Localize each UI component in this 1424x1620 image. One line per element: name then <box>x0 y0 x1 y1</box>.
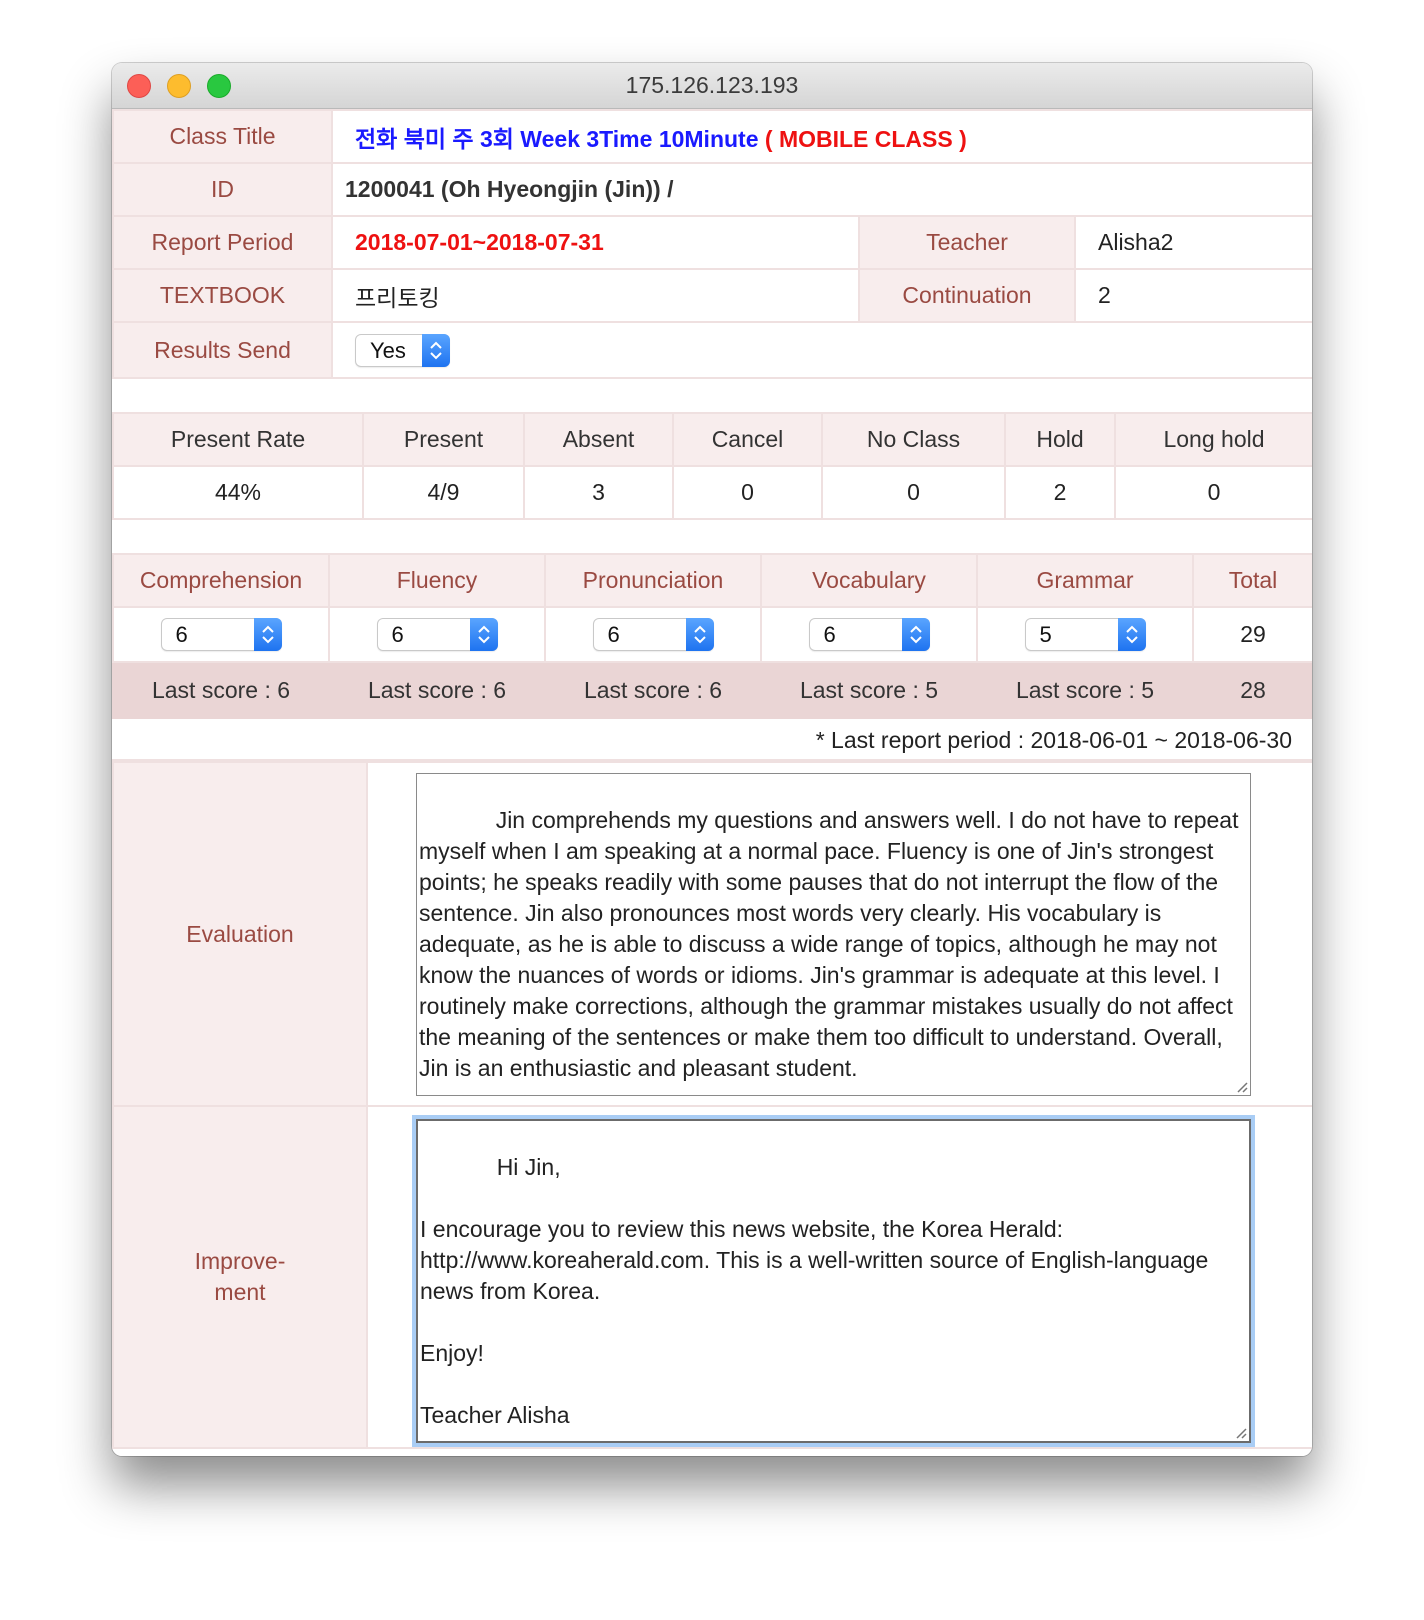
comprehension-header: Comprehension <box>112 553 330 608</box>
vocabulary-select[interactable]: 6 <box>808 618 930 651</box>
resize-grip-icon[interactable] <box>1234 1426 1247 1439</box>
pronunciation-select[interactable]: 6 <box>592 618 714 651</box>
evaluation-cell: Jin comprehends my questions and answers… <box>366 761 1312 1107</box>
comprehension-last-score: Last score : 6 <box>112 661 330 719</box>
absent-header: Absent <box>523 412 674 467</box>
browser-window: 175.126.123.193 Class Title 전화 북미 주 3회 W… <box>112 63 1312 1456</box>
improvement-label-line2: ment <box>214 1279 266 1305</box>
present-header: Present <box>362 412 525 467</box>
vocabulary-last-score: Last score : 5 <box>760 661 978 719</box>
improvement-text: Hi Jin, I encourage you to review this n… <box>420 1154 1209 1428</box>
cancel-header: Cancel <box>672 412 823 467</box>
comprehension-cell: 6 <box>112 606 330 663</box>
no-class-header: No Class <box>821 412 1006 467</box>
hold-value: 2 <box>1004 465 1116 520</box>
report-period-value: 2018-07-01~2018-07-31 <box>331 215 860 270</box>
scores-table: Comprehension Fluency Pronunciation Voca… <box>112 553 1312 719</box>
class-type-text: ( MOBILE CLASS ) <box>764 125 967 152</box>
total-header: Total <box>1192 553 1312 608</box>
results-send-select[interactable]: Yes <box>355 333 450 367</box>
teacher-label: Teacher <box>858 215 1076 270</box>
class-title-value: 전화 북미 주 3회 Week 3Time 10Minute ( MOBILE … <box>330 109 1312 164</box>
fluency-select[interactable]: 6 <box>376 618 498 651</box>
up-down-chevron-icon <box>1117 618 1146 651</box>
id-value: 1200041 (Oh Hyeongjin (Jin)) / <box>330 162 1312 217</box>
notes-table: Evaluation Jin comprehends my questions … <box>112 761 1312 1449</box>
up-down-chevron-icon <box>253 618 282 651</box>
pronunciation-last-score: Last score : 6 <box>544 661 762 719</box>
improvement-label-line1: Improve- <box>194 1248 286 1274</box>
up-down-chevron-icon <box>422 333 450 367</box>
title-bar: 175.126.123.193 <box>112 63 1312 109</box>
report-period-label: Report Period <box>112 215 333 270</box>
present-rate-header: Present Rate <box>112 412 364 467</box>
resize-grip-icon[interactable] <box>1235 1080 1248 1093</box>
continuation-label: Continuation <box>858 268 1076 323</box>
last-report-period-note: * Last report period : 2018-06-01 ~ 2018… <box>112 719 1312 761</box>
attendance-table: Present Rate Present Absent Cancel No Cl… <box>112 412 1312 520</box>
vocabulary-header: Vocabulary <box>760 553 978 608</box>
results-send-label: Results Send <box>112 321 333 379</box>
present-value: 4/9 <box>362 465 525 520</box>
fluency-header: Fluency <box>328 553 546 608</box>
up-down-chevron-icon <box>685 618 714 651</box>
cancel-value: 0 <box>672 465 823 520</box>
present-rate-value: 44% <box>112 465 364 520</box>
textbook-value: 프리토킹 <box>331 268 860 323</box>
class-info-table: Class Title 전화 북미 주 3회 Week 3Time 10Minu… <box>112 109 1312 379</box>
report-content: Class Title 전화 북미 주 3회 Week 3Time 10Minu… <box>112 109 1312 1456</box>
improvement-textarea[interactable]: Hi Jin, I encourage you to review this n… <box>416 1119 1251 1443</box>
id-label: ID <box>112 162 333 217</box>
total-score: 29 <box>1192 606 1312 663</box>
continuation-value: 2 <box>1073 268 1312 323</box>
class-title-label: Class Title <box>112 109 333 164</box>
evaluation-text: Jin comprehends my questions and answers… <box>419 807 1245 1081</box>
long-hold-header: Long hold <box>1114 412 1312 467</box>
comprehension-score: 6 <box>175 622 188 647</box>
pronunciation-header: Pronunciation <box>544 553 762 608</box>
vocabulary-score: 6 <box>823 622 836 647</box>
evaluation-label: Evaluation <box>112 761 368 1107</box>
grammar-last-score: Last score : 5 <box>976 661 1194 719</box>
fluency-last-score: Last score : 6 <box>328 661 546 719</box>
hold-header: Hold <box>1004 412 1116 467</box>
results-send-value: Yes <box>370 337 406 363</box>
pronunciation-score: 6 <box>607 622 620 647</box>
up-down-chevron-icon <box>469 618 498 651</box>
results-send-cell: Yes <box>330 321 1312 379</box>
fluency-cell: 6 <box>328 606 546 663</box>
up-down-chevron-icon <box>901 618 930 651</box>
improvement-label: Improve- ment <box>112 1105 368 1449</box>
textbook-label: TEXTBOOK <box>112 268 333 323</box>
absent-value: 3 <box>523 465 674 520</box>
grammar-header: Grammar <box>976 553 1194 608</box>
improvement-cell: Hi Jin, I encourage you to review this n… <box>366 1105 1312 1449</box>
teacher-value: Alisha2 <box>1073 215 1312 270</box>
vocabulary-cell: 6 <box>760 606 978 663</box>
long-hold-value: 0 <box>1114 465 1312 520</box>
pronunciation-cell: 6 <box>544 606 762 663</box>
no-class-value: 0 <box>821 465 1006 520</box>
grammar-select[interactable]: 5 <box>1024 618 1146 651</box>
evaluation-textarea[interactable]: Jin comprehends my questions and answers… <box>416 773 1251 1096</box>
grammar-score: 5 <box>1039 622 1052 647</box>
fluency-score: 6 <box>391 622 404 647</box>
class-title-text: 전화 북미 주 3회 Week 3Time 10Minute <box>355 125 759 152</box>
comprehension-select[interactable]: 6 <box>160 618 282 651</box>
grammar-cell: 5 <box>976 606 1194 663</box>
window-title: 175.126.123.193 <box>625 72 799 98</box>
total-last-score: 28 <box>1192 661 1312 719</box>
